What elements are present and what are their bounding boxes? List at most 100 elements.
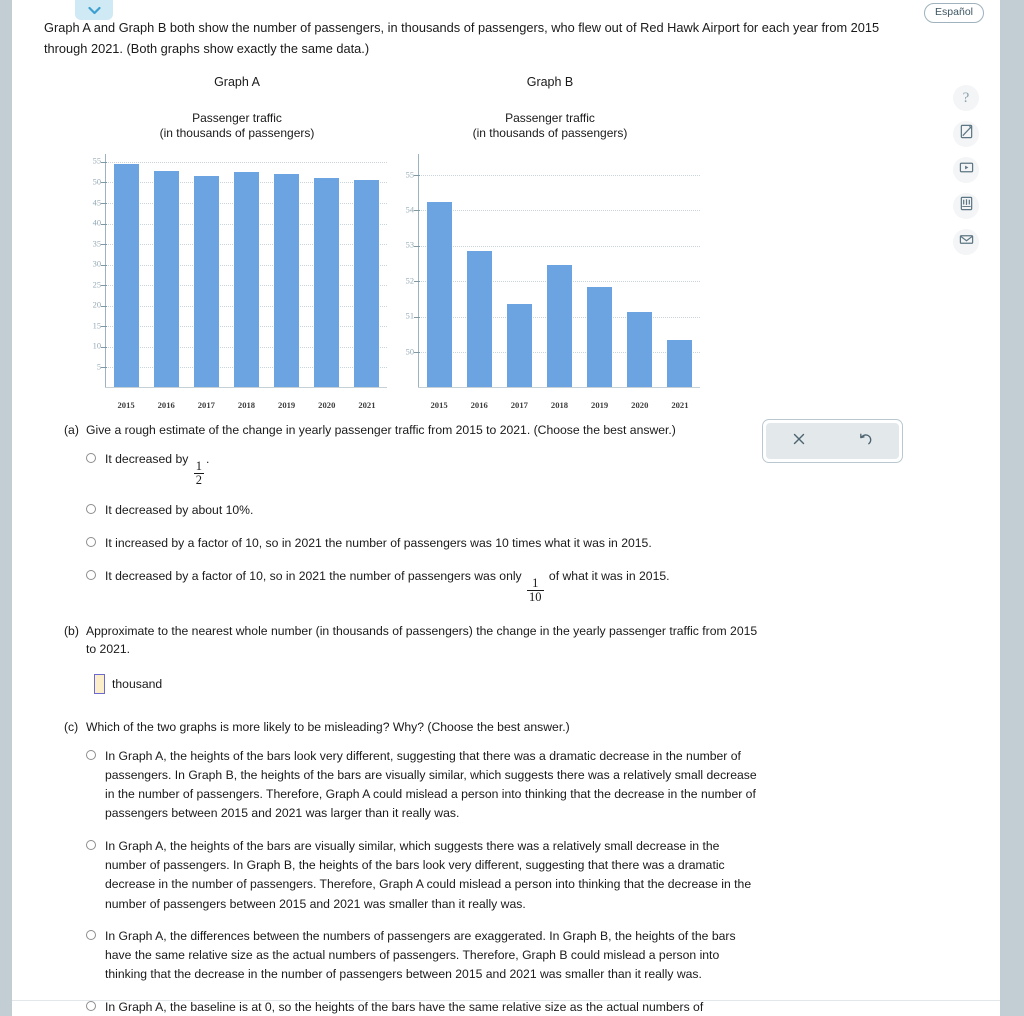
answer-input-b[interactable] bbox=[94, 674, 105, 695]
bar-slot bbox=[539, 154, 579, 387]
graph-b-name: Graph B bbox=[526, 75, 574, 90]
graph-a: Graph A Passenger traffic (in thousands … bbox=[67, 75, 407, 415]
question-mark-icon: ? bbox=[962, 89, 970, 106]
question-a-text: Give a rough estimate of the change in y… bbox=[86, 423, 676, 438]
bar bbox=[354, 180, 380, 387]
option-label: It decreased by a factor of 10, so in 20… bbox=[105, 568, 670, 604]
bar bbox=[587, 286, 613, 387]
help-button[interactable]: ? bbox=[953, 85, 979, 111]
radio-a3[interactable] bbox=[86, 536, 96, 547]
notepad-button[interactable] bbox=[953, 121, 979, 147]
bar bbox=[667, 339, 693, 387]
option-c4[interactable]: In Graph A, the baseline is at 0, so the… bbox=[64, 998, 764, 1016]
option-a1[interactable]: It decreased by 12. bbox=[64, 450, 764, 487]
question-c-letter: (c) bbox=[64, 720, 79, 735]
envelope-icon bbox=[959, 232, 974, 252]
option-c2[interactable]: In Graph A, the heights of the bars are … bbox=[64, 837, 764, 914]
question-b: (b) Approximate to the nearest whole num… bbox=[64, 622, 764, 695]
question-c-options: In Graph A, the heights of the bars look… bbox=[64, 747, 764, 1016]
radio-c4[interactable] bbox=[86, 1000, 96, 1011]
bar bbox=[466, 251, 492, 387]
graph-b-title-line1: Passenger traffic bbox=[505, 111, 595, 126]
radio-c2[interactable] bbox=[86, 839, 96, 850]
bar bbox=[274, 174, 300, 387]
exercise-content: Graph A and Graph B both show the number… bbox=[12, 0, 952, 1016]
x-axis-label: 2017 bbox=[510, 399, 528, 410]
bar-slot bbox=[106, 154, 146, 387]
option-c3[interactable]: In Graph A, the differences between the … bbox=[64, 927, 764, 985]
question-a-options: It decreased by 1 2. It decreased by about… bbox=[64, 450, 764, 604]
graph-a-plot: 5 10 15 20 25 30 35 40 45 50 55 2015 2016 2017 2018 20… bbox=[67, 153, 397, 416]
bar bbox=[233, 171, 259, 387]
bar bbox=[506, 304, 532, 387]
video-button[interactable] bbox=[953, 157, 979, 183]
graphs-container: Graph A Passenger traffic (in thousands … bbox=[12, 75, 952, 415]
x-axis-label: 2019 bbox=[278, 399, 296, 410]
option-a3[interactable]: It increased by a factor of 10, so in 20… bbox=[64, 534, 764, 553]
option-label: In Graph A, the baseline is at 0, so the… bbox=[105, 999, 704, 1014]
x-labels-a: 2015 2016 2017 2018 2019 2020 2021 bbox=[106, 400, 387, 410]
bar-slot bbox=[620, 154, 660, 387]
x-axis bbox=[105, 386, 387, 388]
question-b-head: (b) Approximate to the nearest whole num… bbox=[64, 622, 764, 659]
bar-slot bbox=[186, 154, 226, 387]
radio-a4[interactable] bbox=[86, 569, 96, 580]
graph-b-title: Passenger traffic (in thousands of passe… bbox=[380, 111, 720, 139]
bar-slot bbox=[146, 154, 186, 387]
option-label: In Graph A, the differences between the … bbox=[105, 928, 736, 982]
question-b-answer-row: thousand bbox=[64, 674, 764, 695]
bar bbox=[314, 177, 340, 387]
fraction: 12 bbox=[193, 459, 204, 487]
reference-book-button[interactable] bbox=[953, 193, 979, 219]
radio-c1[interactable] bbox=[86, 749, 96, 760]
bar-slot bbox=[226, 154, 266, 387]
message-button[interactable] bbox=[953, 229, 979, 255]
x-axis-label: 2018 bbox=[550, 399, 569, 410]
bar-slot bbox=[267, 154, 307, 387]
option-a4[interactable]: It decreased by a factor of 10, so in 20… bbox=[64, 567, 764, 604]
x-labels-b: 2015 2016 2017 2018 2019 2020 2021 bbox=[419, 400, 700, 410]
bar bbox=[546, 265, 572, 387]
question-c-text: Which of the two graphs is more likely t… bbox=[86, 720, 570, 735]
x-axis-label: 2015 bbox=[430, 399, 448, 410]
radio-a2[interactable] bbox=[86, 503, 96, 514]
bar-slot bbox=[459, 154, 499, 387]
questions: (a) Give a rough estimate of the change … bbox=[12, 421, 952, 1016]
option-label: It decreased by 12. bbox=[105, 451, 210, 487]
option-a2[interactable]: It decreased by about 10%. bbox=[64, 501, 764, 520]
left-edge-band bbox=[0, 0, 12, 1016]
option-c1[interactable]: In Graph A, the heights of the bars look… bbox=[64, 747, 764, 824]
page-root: Español ? Graph A and Graph B both show … bbox=[0, 0, 1024, 1016]
bars-b bbox=[419, 154, 700, 387]
right-margin bbox=[986, 0, 1000, 1016]
bar-slot bbox=[660, 154, 700, 387]
notepad-pencil-icon bbox=[959, 124, 974, 144]
page-scrollbar[interactable] bbox=[1000, 0, 1024, 1016]
x-axis-label: 2020 bbox=[631, 399, 649, 410]
x-axis-label: 2020 bbox=[318, 399, 336, 410]
bar-slot bbox=[419, 154, 459, 387]
question-a-head: (a) Give a rough estimate of the change … bbox=[64, 421, 764, 439]
x-axis bbox=[418, 386, 700, 388]
x-axis-label: 2017 bbox=[197, 399, 215, 410]
question-a-letter: (a) bbox=[64, 423, 79, 438]
graph-b-plot: 50 51 52 53 54 55 2015 2016 2017 2018 2019 2020 202… bbox=[380, 153, 710, 416]
question-c-head: (c) Which of the two graphs is more like… bbox=[64, 718, 764, 736]
x-axis-label: 2016 bbox=[470, 399, 488, 410]
video-play-icon bbox=[959, 160, 974, 180]
graph-b: Graph B Passenger traffic (in thousands … bbox=[380, 75, 720, 415]
bar bbox=[426, 201, 452, 387]
radio-a1[interactable] bbox=[86, 452, 96, 463]
question-b-text: Approximate to the nearest whole number … bbox=[86, 623, 758, 657]
x-axis-label: 2019 bbox=[591, 399, 609, 410]
option-label: It decreased by about 10%. bbox=[105, 502, 254, 517]
graph-a-title-line1: Passenger traffic bbox=[192, 111, 282, 126]
bar-slot bbox=[307, 154, 347, 387]
radio-c3[interactable] bbox=[86, 929, 96, 940]
fraction-denominator: 10 bbox=[527, 589, 544, 604]
x-axis-label: 2016 bbox=[157, 399, 175, 410]
option-label: In Graph A, the heights of the bars look… bbox=[105, 748, 757, 821]
graph-b-title-line2: (in thousands of passengers) bbox=[472, 125, 628, 140]
question-c: (c) Which of the two graphs is more like… bbox=[64, 718, 764, 1016]
option-label: In Graph A, the heights of the bars are … bbox=[105, 838, 752, 911]
